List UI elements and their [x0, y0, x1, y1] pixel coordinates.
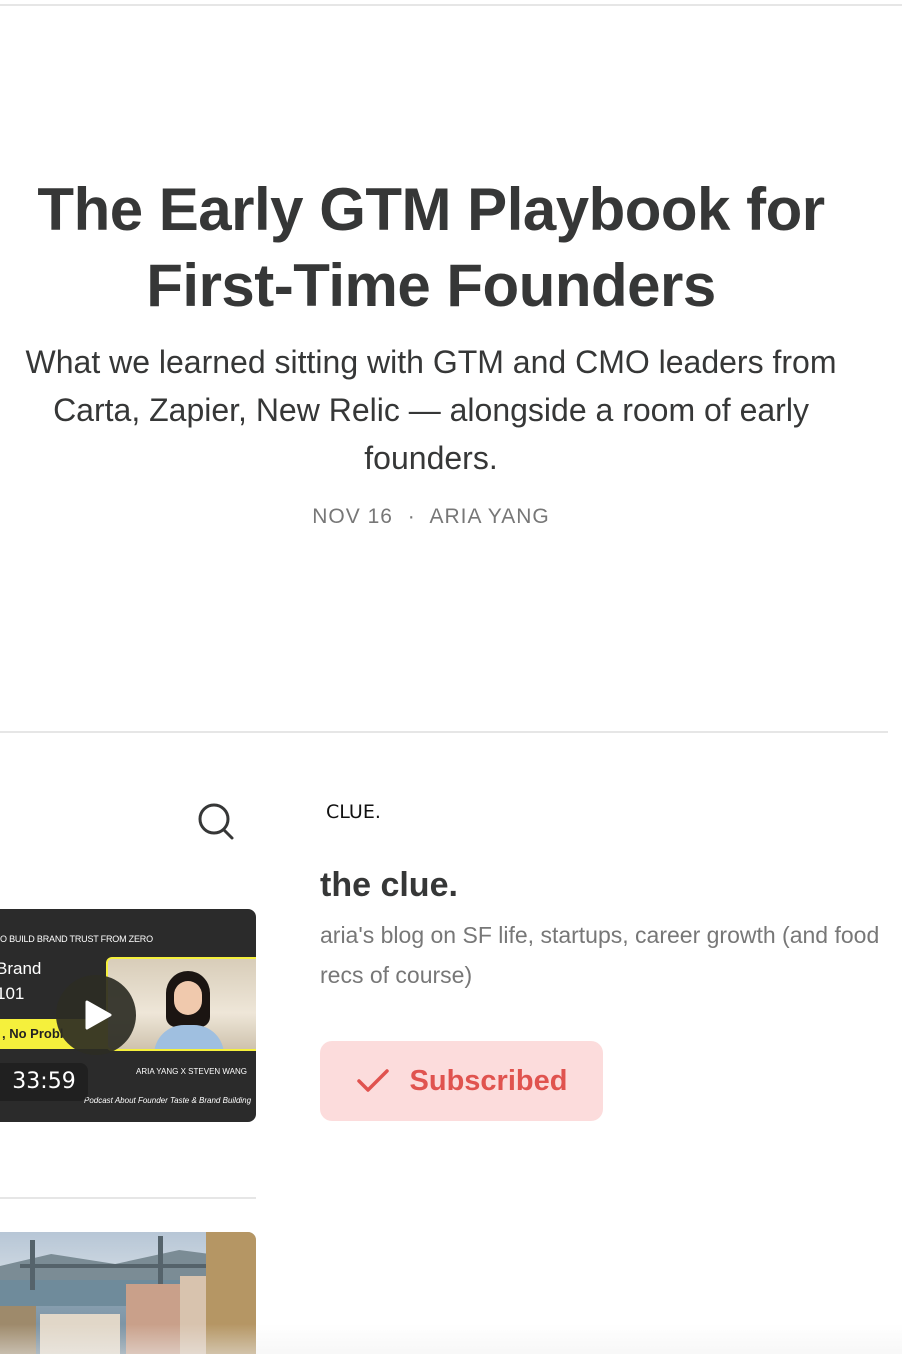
photo-building: [126, 1284, 182, 1354]
meta-separator: ·: [407, 505, 416, 528]
publication-name[interactable]: the clue.: [320, 866, 458, 905]
video-title-line2: 101: [0, 984, 25, 1003]
post-title: The Early GTM Playbook for First-Time Fo…: [37, 176, 825, 319]
publication-description: aria's blog on SF life, startups, career…: [320, 922, 880, 988]
post-meta: NOV 16 · ARIA YANG: [0, 505, 862, 529]
photo-building: [180, 1276, 208, 1354]
photo-building: [40, 1314, 120, 1354]
photo-building: [206, 1232, 256, 1354]
video-card[interactable]: O BUILD BRAND TRUST FROM ZERO Brand 101 …: [0, 909, 256, 1122]
post-date: NOV 16: [312, 505, 393, 528]
subscribe-button[interactable]: Subscribed: [320, 1041, 603, 1121]
card-divider: [0, 1197, 256, 1199]
photo-card[interactable]: [0, 1232, 256, 1354]
search-icon: [198, 803, 234, 840]
photo-bridge-deck: [20, 1264, 220, 1268]
video-duration: 33:59: [0, 1063, 88, 1101]
video-kicker: O BUILD BRAND TRUST FROM ZERO: [0, 934, 153, 944]
publication-logo-text: CLUE.: [326, 801, 381, 823]
post-subtitle: What we learned sitting with GTM and CMO…: [25, 344, 837, 476]
photo-building: [0, 1306, 36, 1354]
publication-logo[interactable]: CLUE.: [324, 798, 384, 824]
photo-bridge-tower: [158, 1236, 163, 1290]
section-divider: [0, 731, 888, 733]
video-title-line1: Brand: [0, 959, 42, 978]
top-divider: [0, 4, 902, 6]
play-button[interactable]: [56, 975, 136, 1055]
checkmark-icon: [356, 1069, 389, 1092]
play-icon: [85, 1000, 112, 1030]
host-face: [174, 981, 202, 1015]
photo-bridge-tower: [30, 1240, 35, 1290]
video-credit: ARIA YANG X STEVEN WANG: [136, 1067, 247, 1076]
video-tagline: Podcast About Founder Taste & Brand Buil…: [84, 1096, 252, 1105]
post-author[interactable]: ARIA YANG: [429, 505, 549, 528]
search-button[interactable]: [196, 800, 238, 842]
subscribe-label: Subscribed: [409, 1064, 568, 1097]
